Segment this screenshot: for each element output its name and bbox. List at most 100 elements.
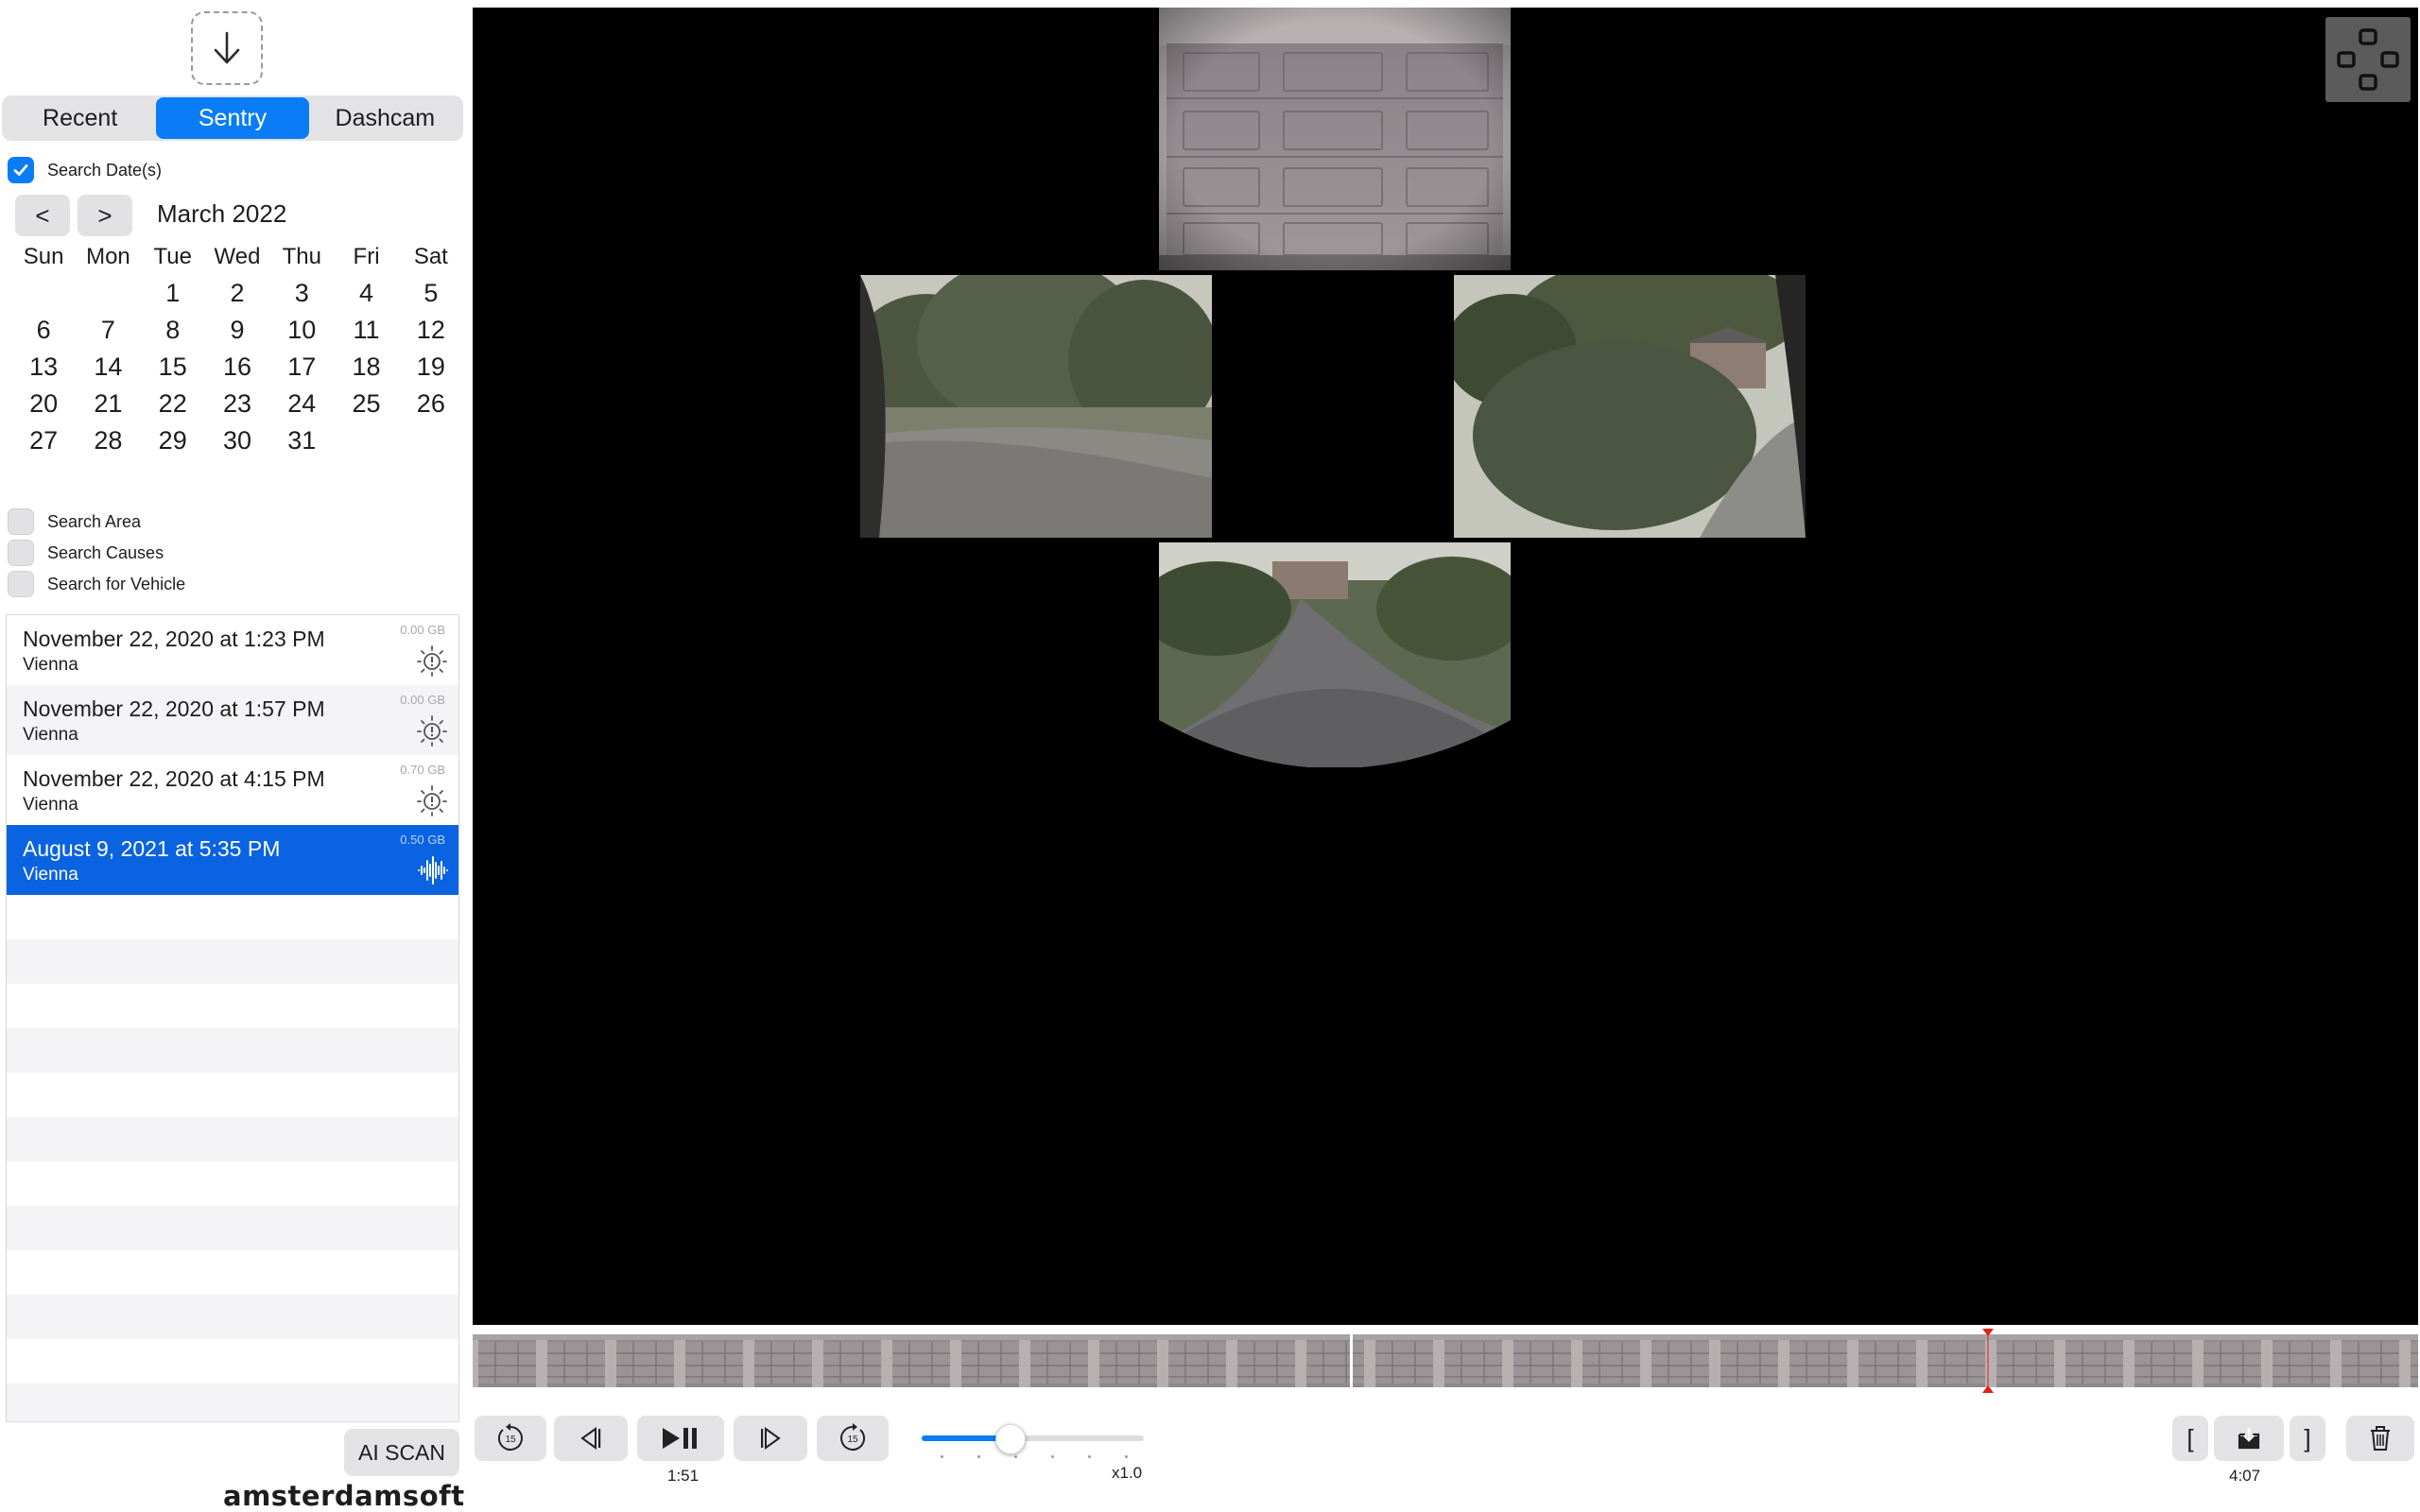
timeline-thumbnail bbox=[611, 1334, 680, 1387]
event-row[interactable]: November 22, 2020 at 1:23 PM Vienna 0.00 G… bbox=[7, 615, 458, 685]
sentry-alert-icon bbox=[415, 783, 449, 817]
delete-button[interactable] bbox=[2346, 1416, 2414, 1461]
calendar-day[interactable]: 25 bbox=[334, 389, 398, 419]
speed-slider[interactable] bbox=[922, 1424, 1144, 1454]
play-pause-icon bbox=[663, 1428, 697, 1449]
calendar-day[interactable]: 1 bbox=[141, 279, 205, 308]
search-vehicle-checkbox[interactable] bbox=[8, 571, 34, 597]
camera-right-repeater[interactable] bbox=[1454, 275, 1806, 538]
calendar-day[interactable]: 24 bbox=[269, 389, 334, 419]
calendar-day[interactable]: 15 bbox=[141, 352, 205, 382]
calendar-day[interactable]: 7 bbox=[76, 316, 140, 345]
timeline-thumbnail bbox=[887, 1334, 956, 1387]
calendar-day[interactable]: 19 bbox=[399, 352, 463, 382]
tab-recent[interactable]: Recent bbox=[4, 97, 156, 139]
search-dates-row[interactable]: Search Date(s) bbox=[8, 157, 162, 183]
timeline-thumbnail bbox=[542, 1334, 611, 1387]
search-causes-label: Search Causes bbox=[47, 542, 164, 562]
calendar-day[interactable]: 16 bbox=[205, 352, 269, 382]
calendar-week-row: 12345 bbox=[11, 275, 463, 312]
ai-scan-button[interactable]: AI SCAN bbox=[344, 1429, 459, 1476]
weekday-label: Sun bbox=[23, 243, 64, 269]
calendar-prev-button[interactable]: < bbox=[15, 195, 70, 236]
calendar-day[interactable]: 18 bbox=[334, 352, 398, 382]
event-date: August 9, 2021 at 5:35 PM bbox=[23, 836, 281, 861]
timeline-filmstrip[interactable] bbox=[473, 1334, 2418, 1387]
calendar-day[interactable]: 22 bbox=[141, 389, 205, 419]
search-vehicle-row[interactable]: Search for Vehicle bbox=[8, 571, 185, 597]
weekday-label: Thu bbox=[282, 243, 321, 269]
next-frame-button[interactable] bbox=[734, 1416, 807, 1461]
down-arrow-icon bbox=[214, 31, 240, 64]
empty-list-row bbox=[7, 1028, 458, 1073]
timeline-thumbnail bbox=[956, 1334, 1025, 1387]
calendar-day[interactable]: 3 bbox=[269, 279, 334, 308]
calendar-day[interactable]: 31 bbox=[269, 426, 334, 455]
calendar-day[interactable]: 2 bbox=[205, 279, 269, 308]
import-button[interactable] bbox=[191, 11, 263, 85]
weekday-label: Wed bbox=[214, 243, 261, 269]
camera-front[interactable] bbox=[1159, 8, 1511, 270]
calendar-day[interactable]: 8 bbox=[141, 316, 205, 345]
search-causes-checkbox[interactable] bbox=[8, 540, 34, 566]
speed-tick bbox=[1088, 1455, 1091, 1458]
search-causes-row[interactable]: Search Causes bbox=[8, 540, 164, 566]
calendar-week-row: 13 14 15 16 17 18 19 bbox=[11, 349, 463, 386]
skip-back-15-button[interactable]: 15 bbox=[475, 1416, 546, 1461]
previous-frame-button[interactable] bbox=[554, 1416, 628, 1461]
mark-in-button[interactable]: [ bbox=[2172, 1416, 2208, 1461]
calendar-day[interactable]: 23 bbox=[205, 389, 269, 419]
video-player[interactable] bbox=[473, 8, 2418, 1325]
mark-out-button[interactable]: ] bbox=[2290, 1416, 2325, 1461]
tab-dashcam[interactable]: Dashcam bbox=[309, 97, 461, 139]
calendar-day[interactable]: 26 bbox=[399, 389, 463, 419]
calendar-weekday-header: Sun Mon Tue Wed Thu Fri Sat bbox=[11, 238, 463, 275]
calendar-day[interactable]: 11 bbox=[334, 316, 398, 345]
speed-slider-knob[interactable] bbox=[995, 1424, 1026, 1454]
export-clip-button[interactable] bbox=[2214, 1416, 2284, 1461]
calendar-day[interactable]: 13 bbox=[11, 352, 76, 382]
calendar-day[interactable]: 29 bbox=[141, 426, 205, 455]
calendar-day[interactable]: 27 bbox=[11, 426, 76, 455]
timeline-thumbnail bbox=[2267, 1334, 2336, 1387]
skip-forward-15-button[interactable]: 15 bbox=[817, 1416, 889, 1461]
timeline-thumbnail bbox=[2336, 1334, 2405, 1387]
event-row[interactable]: November 22, 2020 at 4:15 PM Vienna 0.70 G… bbox=[7, 755, 458, 825]
calendar-week-row: 6 7 8 9 10 11 12 bbox=[11, 312, 463, 349]
calendar-day[interactable]: 5 bbox=[399, 279, 463, 308]
calendar-day[interactable]: 30 bbox=[205, 426, 269, 455]
speed-tick bbox=[1051, 1455, 1054, 1458]
search-area-label: Search Area bbox=[47, 511, 142, 531]
event-row[interactable]: November 22, 2020 at 1:57 PM Vienna 0.00 G… bbox=[7, 685, 458, 755]
audio-waveform-icon bbox=[415, 853, 449, 887]
calendar-day[interactable]: 14 bbox=[76, 352, 140, 382]
search-area-checkbox[interactable] bbox=[8, 508, 34, 535]
calendar-day[interactable]: 10 bbox=[269, 316, 334, 345]
calendar-day[interactable]: 21 bbox=[76, 389, 140, 419]
event-date: November 22, 2020 at 1:23 PM bbox=[23, 627, 325, 651]
search-area-row[interactable]: Search Area bbox=[8, 508, 141, 535]
calendar-day[interactable]: 6 bbox=[11, 316, 76, 345]
calendar-day[interactable]: 12 bbox=[399, 316, 463, 345]
camera-rear[interactable] bbox=[1159, 542, 1511, 767]
calendar-day[interactable]: 17 bbox=[269, 352, 334, 382]
calendar-day[interactable]: 9 bbox=[205, 316, 269, 345]
camera-left-repeater[interactable] bbox=[860, 275, 1212, 538]
calendar-next-button[interactable]: > bbox=[78, 195, 132, 236]
tab-sentry[interactable]: Sentry bbox=[156, 97, 309, 139]
calendar-day[interactable]: 20 bbox=[11, 389, 76, 419]
sidebar: Recent Sentry Dashcam Search Date(s) < >… bbox=[0, 0, 471, 1512]
camera-layout-button[interactable] bbox=[2325, 17, 2411, 102]
playhead-marker[interactable] bbox=[1982, 1329, 1994, 1393]
timeline-thumbnail bbox=[2198, 1334, 2267, 1387]
play-pause-button[interactable] bbox=[637, 1416, 724, 1461]
event-row[interactable]: August 9, 2021 at 5:35 PM Vienna 0.50 GB bbox=[7, 825, 458, 895]
event-location: Vienna bbox=[23, 655, 78, 675]
timeline-thumbnail bbox=[1232, 1334, 1301, 1387]
calendar-day[interactable]: 4 bbox=[334, 279, 398, 308]
calendar-day[interactable]: 28 bbox=[76, 426, 140, 455]
search-dates-checkbox[interactable] bbox=[8, 157, 34, 183]
empty-list-row bbox=[7, 1073, 458, 1117]
timeline-thumbnail bbox=[1715, 1334, 1784, 1387]
empty-list-row bbox=[7, 1295, 458, 1339]
